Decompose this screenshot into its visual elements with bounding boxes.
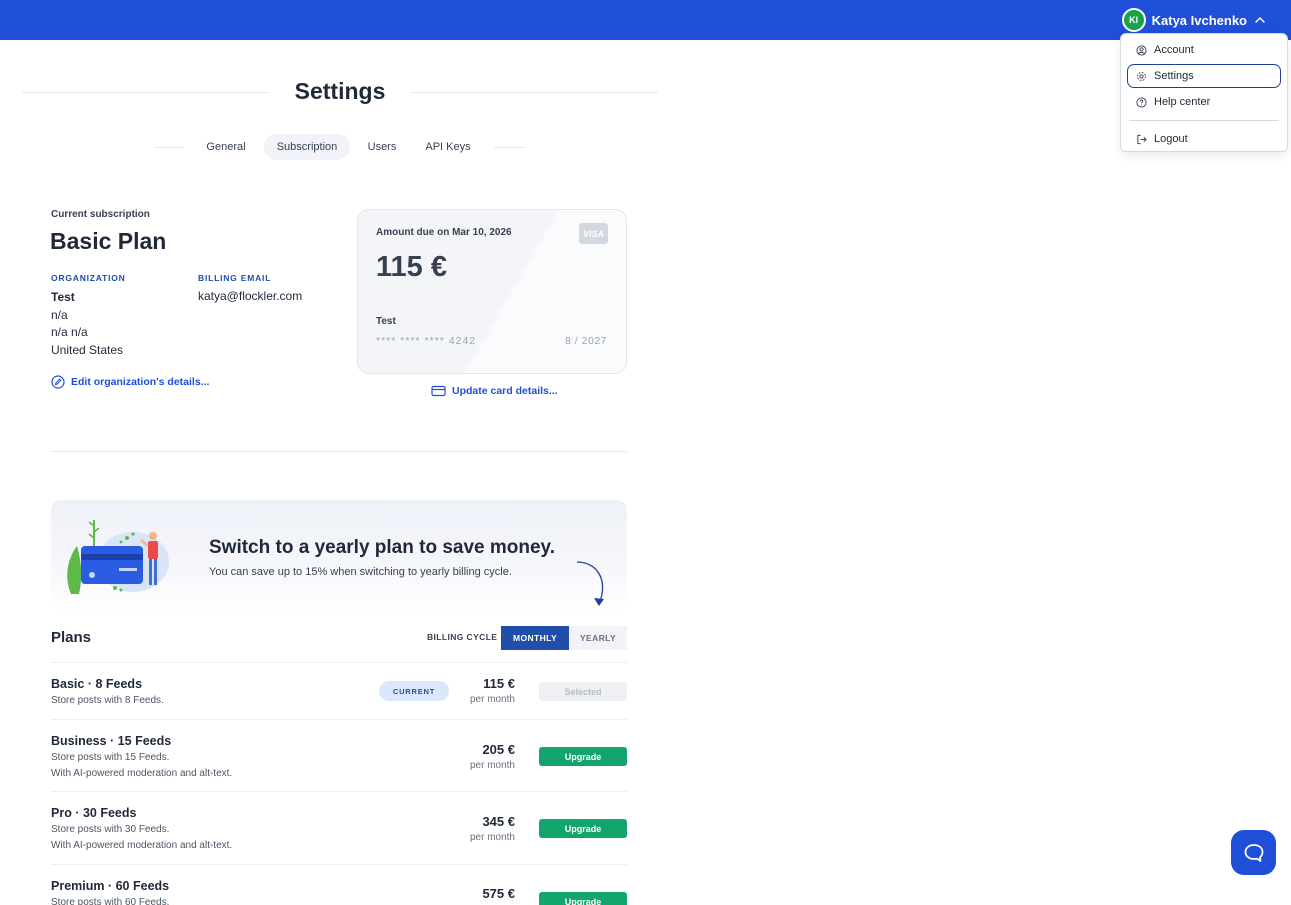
- cycle-monthly-button[interactable]: MONTHLY: [501, 626, 569, 650]
- menu-divider: [1129, 120, 1279, 121]
- plan-price-period: per month: [469, 832, 515, 843]
- page-title: Settings: [294, 78, 386, 104]
- user-name: Katya Ivchenko: [1151, 12, 1247, 28]
- curved-arrow-icon: [576, 561, 604, 606]
- payment-illustration-icon: [67, 520, 169, 594]
- organization-country: United States: [51, 342, 124, 357]
- menu-item-logout[interactable]: Logout: [1127, 127, 1281, 151]
- update-card-link[interactable]: Update card details...: [431, 385, 558, 397]
- plan-name: Premium · 60 Feeds: [51, 879, 170, 893]
- plan-row-pro: Pro · 30 Feeds Store posts with 30 Feeds…: [51, 791, 627, 864]
- plan-name: Business · 15 Feeds: [51, 734, 172, 748]
- upgrade-button[interactable]: Upgrade: [539, 819, 627, 838]
- plan-description-line: With AI-powered moderation and alt-text.: [51, 840, 233, 851]
- current-plan-name: Basic Plan: [50, 228, 167, 254]
- billing-cycle-toggle: MONTHLY YEARLY: [501, 626, 627, 650]
- plan-description-line: Store posts with 15 Feeds.: [51, 752, 170, 763]
- menu-item-label: Settings: [1154, 70, 1194, 82]
- gear-icon: [1137, 71, 1146, 81]
- organization-details: Test n/a n/a n/a United States: [51, 289, 123, 359]
- plan-description: Store posts with 15 Feeds. With AI-power…: [51, 750, 232, 782]
- user-dropdown-menu: Account Settings Help center Logout: [1120, 33, 1288, 152]
- plan-price-period: per month: [469, 760, 515, 771]
- upgrade-button[interactable]: Upgrade: [539, 747, 627, 766]
- plan-row-premium: Premium · 60 Feeds Store posts with 60 F…: [51, 864, 627, 905]
- plans-heading: Plans: [51, 629, 92, 646]
- credit-card-icon: [431, 385, 446, 397]
- plan-name: Pro · 30 Feeds: [51, 806, 137, 820]
- amount-due-label: Amount due on Mar 10, 2026: [376, 227, 512, 238]
- edit-pencil-icon: [51, 375, 65, 389]
- logout-icon: [1137, 134, 1147, 144]
- organization-name: Test: [51, 290, 75, 304]
- upgrade-button[interactable]: Upgrade: [539, 892, 627, 905]
- plan-row-basic: Basic · 8 Feeds Store posts with 8 Feeds…: [51, 662, 627, 719]
- page-title-section: Settings: [22, 76, 658, 108]
- menu-item-account[interactable]: Account: [1127, 38, 1281, 62]
- plan-description-line: Store posts with 8 Feeds.: [51, 695, 164, 706]
- billing-cycle-label: BILLING CYCLE: [427, 632, 498, 642]
- user-circle-icon: [1136, 44, 1147, 56]
- amount-due: 115 €: [376, 251, 447, 283]
- banner-title: Switch to a yearly plan to save money.: [209, 537, 555, 558]
- edit-organization-label: Edit organization's details...: [71, 376, 210, 388]
- organization-line: n/a n/a: [51, 325, 88, 339]
- help-circle-icon: [1136, 96, 1147, 108]
- section-divider: [51, 451, 627, 452]
- organization-line: n/a: [51, 307, 68, 322]
- menu-item-label: Account: [1154, 44, 1194, 56]
- top-bar: KI Katya Ivchenko: [0, 0, 1291, 40]
- plan-price: 115 €: [483, 676, 515, 691]
- plan-price: 575 €: [482, 886, 515, 901]
- plan-price: 345 €: [482, 814, 515, 829]
- avatar: KI: [1121, 8, 1146, 32]
- tab-subscription[interactable]: Subscription: [264, 134, 350, 160]
- plan-description: Store posts with 8 Feeds.: [51, 693, 164, 709]
- card-expiry: 8 / 2027: [565, 335, 607, 347]
- tabs-divider-left: [154, 147, 184, 148]
- billing-email: katya@flockler.com: [198, 289, 303, 303]
- menu-item-settings[interactable]: Settings: [1127, 64, 1281, 88]
- menu-item-help-center[interactable]: Help center: [1127, 90, 1281, 114]
- visa-logo-icon: VISA: [579, 223, 608, 244]
- plan-description-line: Store posts with 60 Feeds.: [51, 897, 170, 905]
- user-menu-toggle[interactable]: KI Katya Ivchenko: [1121, 8, 1267, 32]
- plan-description-line: With AI-powered moderation and alt-text.: [51, 768, 233, 779]
- menu-item-label: Logout: [1154, 133, 1188, 145]
- update-card-label: Update card details...: [452, 385, 558, 397]
- plan-description: Store posts with 30 Feeds. With AI-power…: [51, 822, 232, 854]
- plan-price-period: per month: [469, 694, 515, 705]
- plan-row-business: Business · 15 Feeds Store posts with 15 …: [51, 719, 627, 791]
- yearly-plan-banner: Switch to a yearly plan to save money. Y…: [51, 500, 627, 612]
- edit-organization-link[interactable]: Edit organization's details...: [51, 375, 209, 389]
- card-holder: Test: [376, 316, 396, 327]
- plan-description: Store posts with 60 Feeds.: [51, 895, 169, 905]
- tab-api-keys[interactable]: API Keys: [420, 134, 476, 160]
- payment-card: Amount due on Mar 10, 2026 VISA 115 € Te…: [357, 209, 627, 374]
- tab-general[interactable]: General: [196, 134, 256, 160]
- settings-tabs: General Subscription Users API Keys: [150, 133, 528, 161]
- selected-plan-button[interactable]: Selected: [539, 682, 627, 701]
- plan-description-line: Store posts with 30 Feeds.: [51, 824, 170, 835]
- billing-email-caption: BILLING EMAIL: [198, 273, 272, 283]
- current-plan-badge: CURRENT: [379, 681, 449, 701]
- card-number: **** **** **** 4242: [376, 335, 477, 347]
- organization-caption: ORGANIZATION: [51, 273, 126, 283]
- chevron-up-icon: [1255, 17, 1265, 23]
- menu-item-label: Help center: [1154, 96, 1211, 108]
- banner-text: You can save up to 15% when switching to…: [209, 566, 512, 578]
- plan-name: Basic · 8 Feeds: [51, 677, 143, 691]
- tabs-divider-right: [494, 147, 524, 148]
- help-chat-button[interactable]: [1231, 830, 1276, 875]
- chat-bubble-icon: [1244, 843, 1263, 862]
- tab-users[interactable]: Users: [360, 134, 404, 160]
- current-subscription-label: Current subscription: [51, 209, 150, 220]
- cycle-yearly-button[interactable]: YEARLY: [569, 626, 627, 650]
- plan-price: 205 €: [482, 742, 515, 757]
